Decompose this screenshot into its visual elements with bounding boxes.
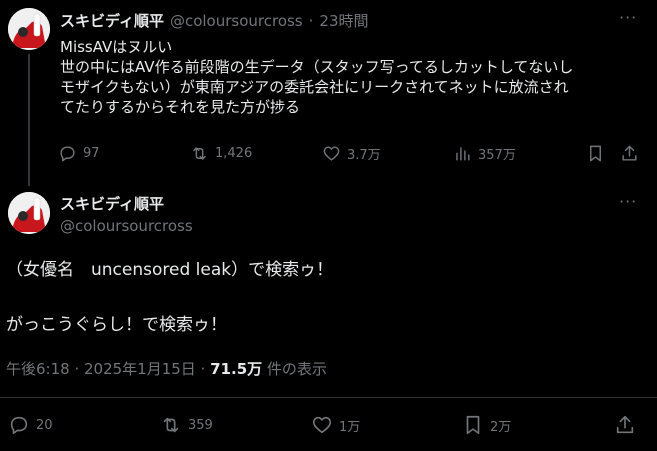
heart-icon [323, 146, 340, 161]
avatar-image [8, 8, 50, 50]
tweet-text-line: （女優名 uncensored leak）で検索ゥ！ [6, 260, 334, 280]
bookmark-icon [590, 145, 601, 162]
views-label: 件の表示 [266, 360, 327, 378]
views-button[interactable]: 357万 [453, 144, 516, 163]
handle[interactable]: @coloursourcross [60, 217, 193, 235]
reply-count: 20 [36, 417, 53, 433]
tweet-line: モザイクもない）が東南アジアの委託会社にリークされてネットに放流され [60, 78, 569, 96]
reply-button[interactable]: 20 [8, 414, 53, 436]
like-count: 1万 [339, 419, 361, 435]
like-count: 3.7万 [347, 148, 381, 163]
retweet-count: 359 [188, 417, 213, 433]
tweet-line: てたりするからそれを見た方が捗る [60, 98, 301, 116]
tweet-line: MissAVはヌルい [60, 38, 173, 56]
bookmark-count: 2万 [490, 419, 512, 435]
bar-chart-icon [456, 147, 470, 161]
retweet-icon [163, 417, 179, 433]
more-options-button[interactable]: ··· [619, 8, 637, 27]
tweet-text-line: がっこうぐらし！で検索ゥ！ [6, 315, 227, 335]
more-options-button[interactable]: ··· [619, 192, 637, 211]
separator: · [308, 12, 314, 30]
handle[interactable]: @coloursourcross [170, 12, 303, 30]
retweet-icon [193, 147, 206, 160]
thread-line [28, 54, 30, 186]
like-button[interactable]: 1万 [311, 414, 360, 436]
heart-icon [312, 416, 332, 434]
reply-icon [10, 416, 28, 435]
bookmark-icon [466, 415, 480, 435]
post-time[interactable]: 23時間 [319, 10, 368, 31]
reply-button[interactable]: 97 [58, 144, 100, 163]
share-icon [616, 415, 634, 434]
post-timestamp-row: 午後6:18 · 2025年1月15日 · 71.5万 件の表示 [6, 358, 327, 379]
reply-header: スキビディ順平 @coloursourcross · 23時間 [60, 10, 369, 31]
share-button[interactable] [620, 144, 639, 163]
views-count: 71.5万 [210, 360, 263, 378]
avatar-image [8, 192, 50, 234]
retweet-button[interactable]: 359 [160, 414, 213, 436]
share-button[interactable] [614, 414, 636, 436]
tweet-line: 世の中にはAV作る前段階の生データ（スタッフ写ってるしカットしてないし [60, 58, 574, 76]
bookmark-button[interactable] [586, 144, 605, 163]
display-name[interactable]: スキビディ順平 [60, 193, 164, 214]
share-icon [622, 145, 637, 161]
avatar[interactable] [8, 192, 50, 234]
like-button[interactable]: 3.7万 [322, 144, 381, 163]
tweet-text: MissAVはヌルい 世の中にはAV作る前段階の生データ（スタッフ写ってるしカッ… [60, 37, 650, 117]
reply-count: 97 [83, 146, 100, 161]
retweet-button[interactable]: 1,426 [190, 144, 252, 163]
view-count: 357万 [478, 148, 516, 163]
avatar[interactable] [8, 8, 50, 50]
post-timestamp[interactable]: 午後6:18 · 2025年1月15日 · [6, 360, 205, 378]
bookmark-button[interactable]: 2万 [462, 414, 511, 436]
reply-icon [60, 146, 75, 162]
display-name[interactable]: スキビディ順平 [60, 10, 164, 31]
divider [0, 397, 657, 398]
retweet-count: 1,426 [215, 146, 253, 161]
